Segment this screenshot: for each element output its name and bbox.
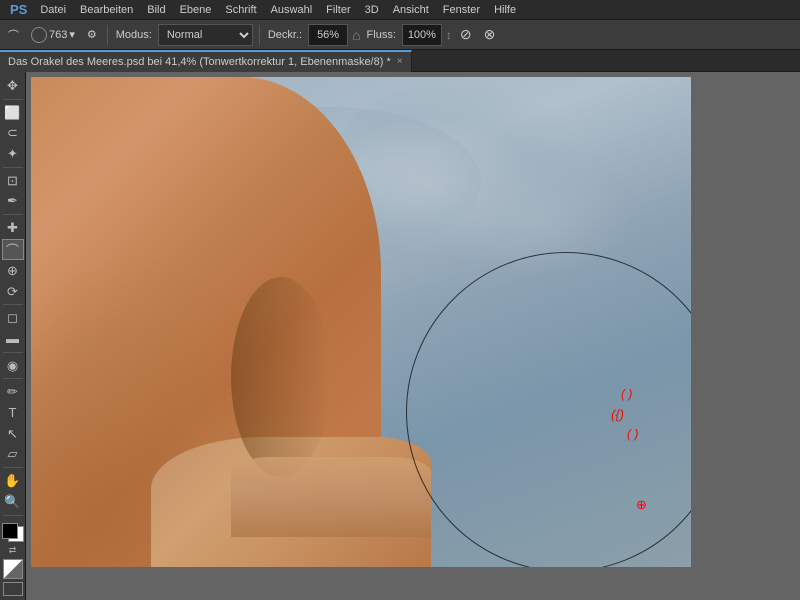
ps-logo: PS [4, 2, 33, 17]
menu-ansicht[interactable]: Ansicht [386, 2, 436, 18]
quick-mask-btn[interactable] [3, 559, 23, 579]
tool-shape[interactable]: ▱ [2, 445, 24, 465]
menu-3d[interactable]: 3D [358, 2, 386, 18]
menu-auswahl[interactable]: Auswahl [264, 2, 320, 18]
tool-divider-4 [3, 304, 23, 305]
tool-lasso[interactable]: ⊂ [2, 123, 24, 143]
options-toolbar: ⌒ 763 ▾ ⚙ Modus: Normal Multiplizieren A… [0, 20, 800, 50]
tool-divider-6 [3, 378, 23, 379]
screen-mode-btn[interactable] [3, 582, 23, 596]
menu-bild[interactable]: Bild [140, 2, 172, 18]
tool-pen[interactable]: ✏ [2, 382, 24, 402]
tool-divider-1 [3, 99, 23, 100]
tool-select-rect[interactable]: ⬜ [2, 103, 24, 123]
menu-bearbeiten[interactable]: Bearbeiten [73, 2, 140, 18]
opacity-input[interactable] [308, 24, 348, 46]
tool-gradient[interactable]: ▬ [2, 329, 24, 349]
tool-magic-wand[interactable]: ✦ [2, 144, 24, 164]
menu-ebene[interactable]: Ebene [173, 2, 219, 18]
color-swatches [2, 523, 24, 543]
canvas-area[interactable]: ( ) ({) ( ) ⊕ [26, 72, 800, 600]
mode-dropdown[interactable]: Normal Multiplizieren Abblenden [158, 24, 253, 46]
skin-shadow [231, 277, 331, 477]
opacity-label: Deckr.: [266, 29, 304, 41]
extra-btn2[interactable]: ⊗ [480, 24, 500, 45]
tool-blur[interactable]: ◉ [2, 356, 24, 376]
toolbox: ✥ ⬜ ⊂ ✦ ⊡ ✒ ✚ ⌒ ⊕ ⟳ ◻ ▬ ◉ ✏ T ↖ ▱ ✋ 🔍 ⇄ [0, 72, 26, 600]
main-area: ✥ ⬜ ⊂ ✦ ⊡ ✒ ✚ ⌒ ⊕ ⟳ ◻ ▬ ◉ ✏ T ↖ ▱ ✋ 🔍 ⇄ [0, 72, 800, 600]
airbrush-btn[interactable]: ⌂ [352, 27, 360, 43]
flow-label: Fluss: [365, 29, 398, 41]
menu-hilfe[interactable]: Hilfe [487, 2, 523, 18]
tool-divider-7 [3, 467, 23, 468]
cloud-3 [431, 157, 631, 277]
sep2 [259, 25, 260, 45]
tool-brush[interactable]: ⌒ [2, 239, 24, 260]
menu-filter[interactable]: Filter [319, 2, 357, 18]
image-canvas: ( ) ({) ( ) ⊕ [31, 77, 691, 567]
tool-divider-3 [3, 214, 23, 215]
tool-eraser[interactable]: ◻ [2, 308, 24, 328]
tool-text[interactable]: T [2, 403, 24, 423]
tab-close-btn[interactable]: × [397, 56, 403, 67]
tool-path-select[interactable]: ↖ [2, 424, 24, 444]
tool-divider-5 [3, 352, 23, 353]
menu-fenster[interactable]: Fenster [436, 2, 487, 18]
extra-btn1[interactable]: ⊘ [456, 24, 476, 45]
tool-zoom[interactable]: 🔍 [2, 492, 24, 512]
menu-schrift[interactable]: Schrift [218, 2, 263, 18]
tool-divider-8 [3, 515, 23, 516]
swap-colors-btn[interactable]: ⇄ [9, 545, 17, 556]
menu-bar: PS Datei Bearbeiten Bild Ebene Schrift A… [0, 0, 800, 20]
tab-bar: Das Orakel des Meeres.psd bei 41,4% (Ton… [0, 50, 800, 72]
brush-options-btn[interactable]: ⚙ [83, 26, 101, 43]
tool-divider-2 [3, 167, 23, 168]
tool-crop[interactable]: ⊡ [2, 171, 24, 191]
tool-clone[interactable]: ⊕ [2, 261, 24, 281]
tool-spot-heal[interactable]: ✚ [2, 218, 24, 238]
sep1 [107, 25, 108, 45]
tab-title: Das Orakel des Meeres.psd bei 41,4% (Ton… [8, 56, 391, 68]
mode-label: Modus: [114, 29, 154, 41]
foreground-color-swatch[interactable] [2, 523, 18, 539]
tool-hand[interactable]: ✋ [2, 471, 24, 491]
brush-size-value: 763 [49, 29, 67, 41]
document-tab[interactable]: Das Orakel des Meeres.psd bei 41,4% (Ton… [0, 50, 412, 72]
brush-tool-btn[interactable]: ⌒ [4, 25, 23, 45]
pressure-btn[interactable]: ↕ [446, 28, 452, 42]
brush-preset-picker[interactable]: 763 ▾ [27, 25, 79, 45]
menu-datei[interactable]: Datei [33, 2, 73, 18]
tool-history-brush[interactable]: ⟳ [2, 282, 24, 302]
flow-input[interactable] [402, 24, 442, 46]
tool-eyedropper[interactable]: ✒ [2, 192, 24, 212]
tool-move[interactable]: ✥ [2, 76, 24, 96]
skin-fold [231, 457, 431, 537]
